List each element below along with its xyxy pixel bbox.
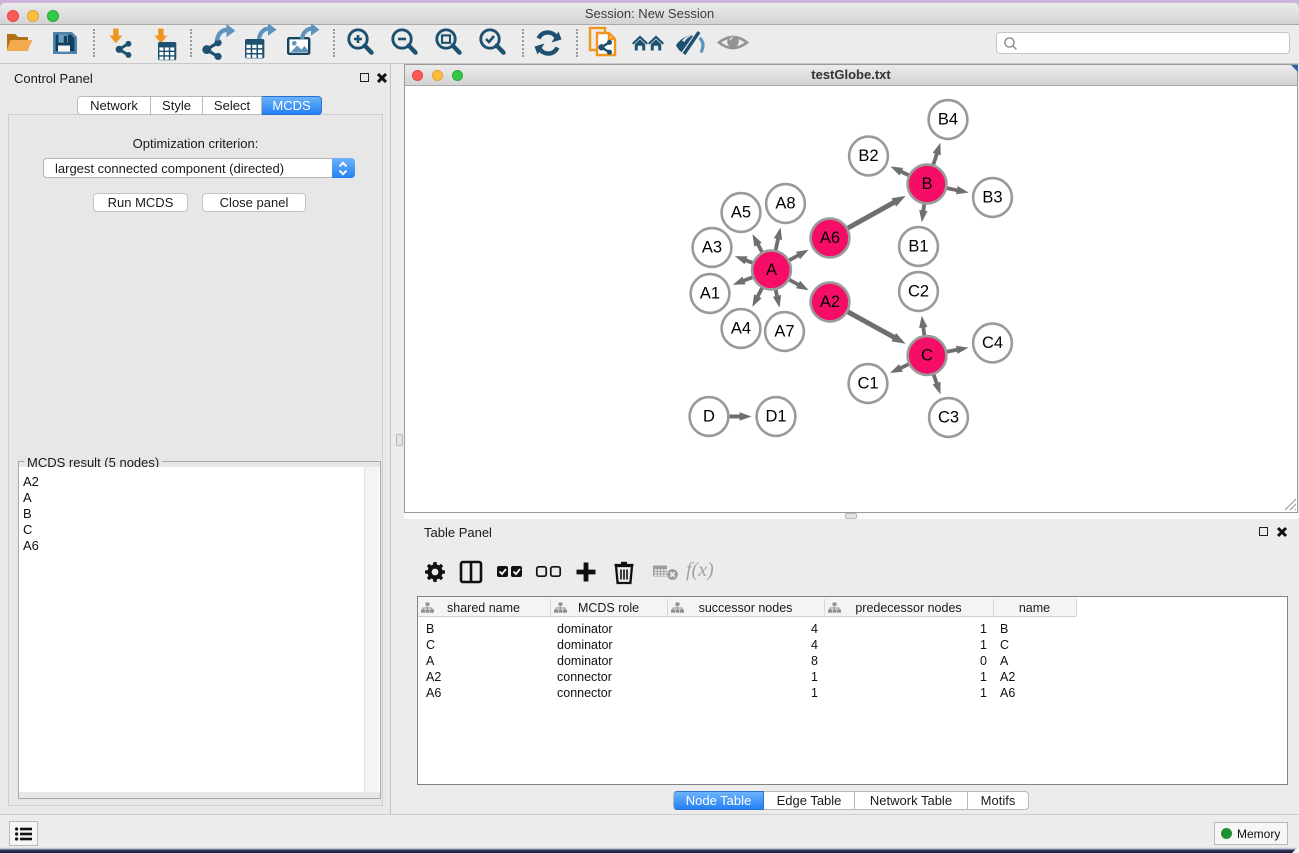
svg-text:B: B (921, 175, 932, 193)
svg-text:A1: A1 (700, 285, 720, 303)
svg-text:A3: A3 (702, 239, 722, 257)
svg-text:B4: B4 (938, 111, 958, 129)
svg-text:C: C (921, 347, 933, 365)
svg-text:C3: C3 (938, 409, 959, 427)
svg-text:B2: B2 (858, 147, 878, 165)
svg-text:D1: D1 (765, 408, 786, 426)
svg-text:A7: A7 (774, 323, 794, 341)
svg-text:A6: A6 (820, 229, 840, 247)
svg-text:A: A (766, 261, 777, 279)
svg-text:A4: A4 (731, 320, 751, 338)
svg-text:A2: A2 (820, 293, 840, 311)
svg-text:A5: A5 (731, 204, 751, 222)
svg-text:A8: A8 (775, 195, 795, 213)
svg-text:C2: C2 (908, 283, 929, 301)
svg-text:C4: C4 (982, 334, 1003, 352)
svg-text:B3: B3 (982, 189, 1002, 207)
svg-text:C1: C1 (857, 375, 878, 393)
svg-text:B1: B1 (908, 238, 928, 256)
svg-text:D: D (703, 408, 715, 426)
